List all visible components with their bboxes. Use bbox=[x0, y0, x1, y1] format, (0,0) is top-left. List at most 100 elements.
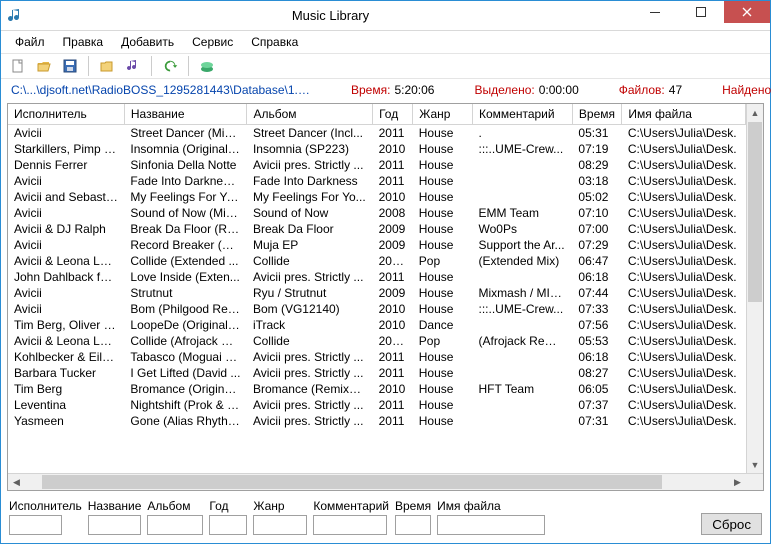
add-track-icon[interactable] bbox=[122, 55, 144, 77]
separator bbox=[188, 56, 189, 76]
filter-comment-input[interactable] bbox=[313, 515, 387, 535]
column-header-artist[interactable]: Исполнитель bbox=[8, 104, 124, 125]
filter-year-input[interactable] bbox=[209, 515, 247, 535]
table-wrap: ИсполнительНазваниеАльбомГодЖанрКоммента… bbox=[8, 104, 763, 473]
table-row[interactable]: Kohlbecker & EilmesTabasco (Moguai R...A… bbox=[8, 349, 746, 365]
refresh-icon[interactable] bbox=[159, 55, 181, 77]
separator bbox=[151, 56, 152, 76]
cell-title: Gone (Alias Rhythm... bbox=[124, 413, 247, 429]
cell-album: Avicii pres. Strictly ... bbox=[247, 397, 373, 413]
menu-service[interactable]: Сервис bbox=[184, 33, 241, 51]
cell-year: 2010 bbox=[373, 301, 413, 317]
cell-comment: EMM Team bbox=[473, 205, 573, 221]
cell-title: Collide (Afrojack Re... bbox=[124, 333, 247, 349]
table-row[interactable]: AviciiFade Into Darkness...Fade Into Dar… bbox=[8, 173, 746, 189]
maximize-button[interactable] bbox=[678, 1, 724, 23]
vertical-scrollbar[interactable]: ▲ ▼ bbox=[746, 104, 763, 473]
cell-album: Avicii pres. Strictly ... bbox=[247, 157, 373, 173]
separator bbox=[88, 56, 89, 76]
cell-title: Collide (Extended ... bbox=[124, 253, 247, 269]
column-header-duration[interactable]: Время bbox=[572, 104, 621, 125]
table-row[interactable]: Avicii and Sebastien ...My Feelings For … bbox=[8, 189, 746, 205]
close-button[interactable] bbox=[724, 1, 770, 23]
cell-title: Nightshift (Prok & F... bbox=[124, 397, 247, 413]
column-header-genre[interactable]: Жанр bbox=[413, 104, 473, 125]
cell-genre: Pop bbox=[413, 253, 473, 269]
filter-genre-input[interactable] bbox=[253, 515, 307, 535]
filter-duration-input[interactable] bbox=[395, 515, 431, 535]
add-folder-icon[interactable] bbox=[96, 55, 118, 77]
cell-year: 2011 bbox=[373, 157, 413, 173]
table-row[interactable]: Tim Berg, Oliver Ing...LoopeDe (Original… bbox=[8, 317, 746, 333]
cell-title: Strutnut bbox=[124, 285, 247, 301]
filter-album: Альбом bbox=[147, 499, 203, 535]
scroll-up-icon[interactable]: ▲ bbox=[747, 104, 763, 121]
table-row[interactable]: Tim BergBromance (Original ...Bromance (… bbox=[8, 381, 746, 397]
cell-genre: House bbox=[413, 397, 473, 413]
cell-genre: House bbox=[413, 285, 473, 301]
cell-genre: House bbox=[413, 381, 473, 397]
table-row[interactable]: AviciiStrutnutRyu / Strutnut2009HouseMix… bbox=[8, 285, 746, 301]
table-row[interactable]: Avicii & DJ RalphBreak Da Floor (Ro...Br… bbox=[8, 221, 746, 237]
cell-comment bbox=[473, 317, 573, 333]
table-row[interactable]: AviciiStreet Dancer (Mid...Street Dancer… bbox=[8, 125, 746, 142]
cell-duration: 06:47 bbox=[572, 253, 621, 269]
scroll-thumb-h[interactable] bbox=[42, 475, 662, 489]
menu-add[interactable]: Добавить bbox=[113, 33, 182, 51]
cell-duration: 07:00 bbox=[572, 221, 621, 237]
reset-button[interactable]: Сброс bbox=[701, 513, 762, 535]
open-icon[interactable] bbox=[33, 55, 55, 77]
scroll-left-icon[interactable]: ◀ bbox=[8, 474, 25, 491]
cell-filename: C:\Users\Julia\Desk. bbox=[622, 413, 746, 429]
time-stat: Время:5:20:06 bbox=[351, 83, 434, 97]
table-row[interactable]: Starkillers, Pimp Roc...Insomnia (Origin… bbox=[8, 141, 746, 157]
menu-edit[interactable]: Правка bbox=[55, 33, 112, 51]
table-row[interactable]: Dennis FerrerSinfonia Della NotteAvicii … bbox=[8, 157, 746, 173]
table-row[interactable]: John Dahlback feat....Love Inside (Exten… bbox=[8, 269, 746, 285]
column-header-album[interactable]: Альбом bbox=[247, 104, 373, 125]
new-icon[interactable] bbox=[7, 55, 29, 77]
scroll-thumb[interactable] bbox=[748, 122, 762, 302]
save-icon[interactable] bbox=[59, 55, 81, 77]
column-header-year[interactable]: Год bbox=[373, 104, 413, 125]
cell-artist: Tim Berg bbox=[8, 381, 124, 397]
cell-artist: Avicii & Leona Lewis bbox=[8, 253, 124, 269]
path-link[interactable]: C:\...\djsoft.net\RadioBOSS_1295281443\D… bbox=[11, 83, 311, 97]
scroll-right-icon[interactable]: ▶ bbox=[729, 474, 746, 491]
table-row[interactable]: AviciiBom (Philgood Remix)Bom (VG12140)2… bbox=[8, 301, 746, 317]
table-row[interactable]: YasmeenGone (Alias Rhythm...Avicii pres.… bbox=[8, 413, 746, 429]
help-icon[interactable] bbox=[196, 55, 218, 77]
table-row[interactable]: Avicii & Leona LewisCollide (Extended ..… bbox=[8, 253, 746, 269]
cell-artist: Barbara Tucker bbox=[8, 365, 124, 381]
column-header-title[interactable]: Название bbox=[124, 104, 247, 125]
cell-genre: House bbox=[413, 237, 473, 253]
cell-filename: C:\Users\Julia\Desk. bbox=[622, 365, 746, 381]
cell-filename: C:\Users\Julia\Desk. bbox=[622, 157, 746, 173]
menu-file[interactable]: Файл bbox=[7, 33, 53, 51]
cell-artist: Avicii bbox=[8, 205, 124, 221]
table-row[interactable]: Avicii & Leona LewisCollide (Afrojack Re… bbox=[8, 333, 746, 349]
cell-filename: C:\Users\Julia\Desk. bbox=[622, 125, 746, 142]
minimize-button[interactable] bbox=[632, 1, 678, 23]
column-header-filename[interactable]: Имя файла bbox=[622, 104, 746, 125]
cell-genre: House bbox=[413, 189, 473, 205]
scroll-down-icon[interactable]: ▼ bbox=[747, 456, 763, 473]
table[interactable]: ИсполнительНазваниеАльбомГодЖанрКоммента… bbox=[8, 104, 746, 473]
titlebar[interactable]: Music Library bbox=[1, 1, 770, 31]
scroll-corner bbox=[746, 474, 763, 490]
table-row[interactable]: LeventinaNightshift (Prok & F...Avicii p… bbox=[8, 397, 746, 413]
filter-artist-input[interactable] bbox=[9, 515, 62, 535]
window-title: Music Library bbox=[29, 8, 632, 23]
filter-title-input[interactable] bbox=[88, 515, 141, 535]
menu-help[interactable]: Справка bbox=[243, 33, 306, 51]
table-row[interactable]: AviciiSound of Now (Mic ...Sound of Now2… bbox=[8, 205, 746, 221]
cell-genre: House bbox=[413, 413, 473, 429]
table-row[interactable]: Barbara TuckerI Get Lifted (David ...Avi… bbox=[8, 365, 746, 381]
column-header-comment[interactable]: Комментарий bbox=[473, 104, 573, 125]
cell-genre: House bbox=[413, 301, 473, 317]
filter-filename-input[interactable] bbox=[437, 515, 545, 535]
table-row[interactable]: AviciiRecord Breaker (Ori...Muja EP2009H… bbox=[8, 237, 746, 253]
horizontal-scrollbar[interactable]: ◀ ▶ bbox=[8, 473, 763, 490]
filter-album-input[interactable] bbox=[147, 515, 203, 535]
cell-duration: 07:37 bbox=[572, 397, 621, 413]
